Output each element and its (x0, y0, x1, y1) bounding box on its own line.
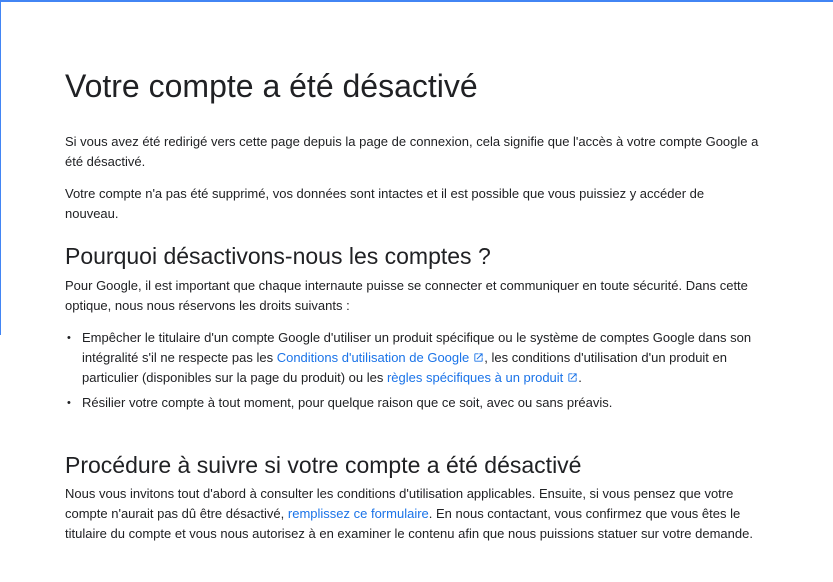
section-heading-procedure: Procédure à suivre si votre compte a été… (65, 452, 582, 478)
intro-paragraph-2: Votre compte n'a pas été supprimé, vos d… (65, 186, 705, 221)
terms-of-service-link-label: Conditions d'utilisation de Google (276, 350, 470, 365)
external-link-icon (568, 373, 577, 382)
product-specific-policies-link[interactable]: règles spécifiques à un produit (387, 370, 578, 385)
why-paragraph: Pour Google, il est important que chaque… (65, 278, 748, 313)
external-link-icon (474, 353, 483, 362)
top-accent-border (0, 0, 833, 2)
section-heading-why: Pourquoi désactivons-nous les comptes ? (65, 243, 491, 269)
list-item: Résilier votre compte à tout moment, pou… (65, 393, 765, 413)
list-item: Empêcher le titulaire d'un compte Google… (65, 328, 765, 388)
procedure-paragraph: Nous vous invitons tout d'abord à consul… (65, 484, 760, 544)
product-specific-policies-link-label: règles spécifiques à un produit (386, 370, 564, 385)
appeal-form-link[interactable]: remplissez ce formulaire (288, 506, 429, 521)
bullet-text-after: . (578, 370, 582, 385)
rights-list: Empêcher le titulaire d'un compte Google… (65, 328, 765, 413)
intro-paragraph-1: Si vous avez été redirigé vers cette pag… (65, 134, 759, 169)
page-title: Votre compte a été désactivé (65, 68, 478, 104)
left-accent-border (0, 0, 1, 335)
terms-of-service-link[interactable]: Conditions d'utilisation de Google (277, 350, 485, 365)
